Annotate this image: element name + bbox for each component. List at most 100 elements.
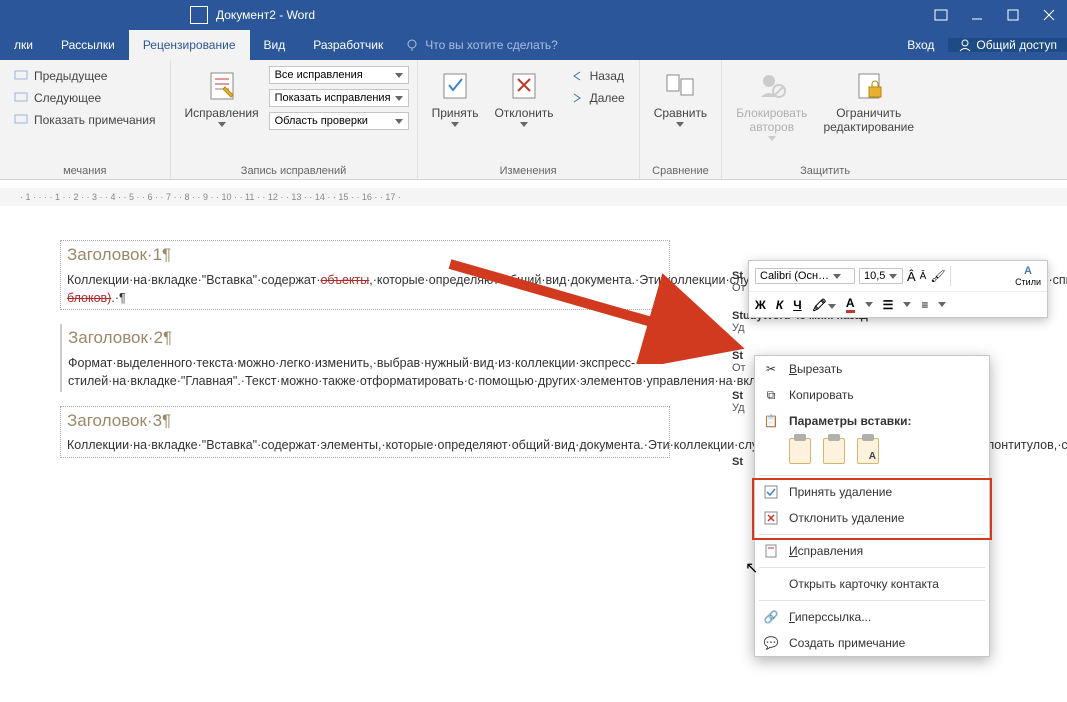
- font-size-dropdown[interactable]: 10,5: [859, 268, 903, 284]
- ctx-new-comment[interactable]: 💬Создать примечание: [755, 630, 989, 656]
- paragraph-3[interactable]: Коллекции·на·вкладке·"Вставка"·содержат·…: [67, 436, 663, 454]
- styles-button[interactable]: AСтили: [1015, 265, 1041, 287]
- ctx-open-contact[interactable]: Открыть карточку контакта: [755, 571, 989, 597]
- restrict-icon: [855, 71, 883, 101]
- reject-button[interactable]: Отклонить: [486, 64, 561, 131]
- share-icon: [958, 38, 972, 52]
- track-changes-button[interactable]: Исправления: [177, 64, 267, 131]
- accept-icon: [441, 71, 469, 101]
- tab-review[interactable]: Рецензирование: [129, 30, 250, 60]
- bold-button[interactable]: Ж: [755, 298, 766, 312]
- ribbon-display-icon[interactable]: [923, 0, 959, 30]
- shrink-font-icon[interactable]: Ǎ: [920, 271, 927, 282]
- restrict-editing-button[interactable]: Ограничитьредактирование: [815, 64, 922, 138]
- bullets-icon[interactable]: ☰: [883, 298, 894, 312]
- group-label: Сравнение: [646, 163, 715, 177]
- comment-icon: 💬: [763, 635, 779, 651]
- compare-icon: [665, 71, 695, 101]
- group-changes: Принять Отклонить Назад Далее Изменения: [418, 60, 640, 179]
- ctx-paste-header: 📋Параметры вставки:: [755, 408, 989, 434]
- ribbon-tabs: лки Рассылки Рецензирование Вид Разработ…: [0, 30, 1067, 60]
- comment-icon: [14, 70, 28, 82]
- revision-stub[interactable]: St: [732, 456, 743, 468]
- minimize-button[interactable]: [959, 0, 995, 30]
- window-title: Документ2 - Word: [216, 8, 315, 22]
- next-change[interactable]: Далее: [564, 88, 631, 108]
- reviewing-pane-dropdown[interactable]: Область проверки: [269, 112, 409, 130]
- ctx-reject-deletion[interactable]: Отклонить удаление: [755, 505, 989, 531]
- group-label: мечания: [6, 163, 164, 177]
- group-label: Защитить: [728, 163, 922, 177]
- group-tracking: Исправления Все исправления Показать исп…: [171, 60, 418, 179]
- track-changes-icon: [207, 71, 237, 101]
- ruler[interactable]: · 1 · · · · 1 · · 2 · · 3 · · 4 · · 5 · …: [0, 188, 1067, 206]
- grow-font-icon[interactable]: Â: [907, 269, 916, 284]
- paste-text-only[interactable]: A: [857, 438, 879, 464]
- group-compare: Сравнить Сравнение: [640, 60, 722, 179]
- group-label: Изменения: [424, 163, 633, 177]
- prev-change[interactable]: Назад: [564, 66, 631, 86]
- ctx-cut[interactable]: ✂Вырезать: [755, 356, 989, 382]
- reject-icon: [763, 510, 779, 526]
- close-button[interactable]: [1031, 0, 1067, 30]
- format-painter-icon[interactable]: 🖌: [930, 269, 945, 283]
- accept-icon: [763, 484, 779, 500]
- paragraph-1[interactable]: Коллекции·на·вкладке·"Вставка"·содержат·…: [67, 271, 663, 307]
- tell-me-label: Что вы хотите сделать?: [425, 38, 558, 52]
- heading-3[interactable]: Заголовок·3¶: [67, 409, 663, 434]
- block-authors-button: Блокироватьавторов: [728, 64, 815, 145]
- ruler-area: · 1 · · · · 1 · · 2 · · 3 · · 4 · · 5 · …: [0, 180, 1067, 210]
- tab-links[interactable]: лки: [0, 30, 47, 60]
- next-comment[interactable]: Следующее: [8, 88, 162, 108]
- comment-icon: [14, 92, 28, 104]
- group-label: Запись исправлений: [177, 163, 411, 177]
- mini-toolbar: Calibri (Осн… 10,5 Â Ǎ 🖌 AСтили Ж К Ч …: [748, 260, 1048, 318]
- ctx-track-changes[interactable]: Исправления: [755, 538, 989, 564]
- revision-stub[interactable]: StУд: [732, 390, 745, 414]
- group-comments: Предыдущее Следующее Показать примечания…: [0, 60, 171, 179]
- track-icon: [763, 543, 779, 559]
- paste-keep-formatting[interactable]: [789, 438, 811, 464]
- font-color-icon[interactable]: A: [846, 296, 855, 313]
- display-mode-dropdown[interactable]: Все исправления: [269, 66, 409, 84]
- cut-icon: ✂: [763, 361, 779, 377]
- share-label: Общий доступ: [976, 38, 1057, 52]
- paste-merge[interactable]: [823, 438, 845, 464]
- heading-2[interactable]: Заголовок·2¶: [68, 326, 664, 351]
- numbering-icon[interactable]: ≡: [921, 298, 928, 312]
- cursor-icon: ↖: [745, 558, 758, 578]
- tab-mailings[interactable]: Рассылки: [47, 30, 129, 60]
- maximize-button[interactable]: [995, 0, 1031, 30]
- bulb-icon: [405, 38, 419, 52]
- revision-stub[interactable]: StОт: [732, 270, 746, 294]
- underline-button[interactable]: Ч: [793, 298, 801, 312]
- show-comments[interactable]: Показать примечания: [8, 110, 162, 130]
- revision-stub[interactable]: StОт: [732, 350, 746, 374]
- ctx-accept-deletion[interactable]: Принять удаление: [755, 479, 989, 505]
- forward-icon: [570, 92, 584, 104]
- reject-icon: [510, 71, 538, 101]
- tab-view[interactable]: Вид: [250, 30, 300, 60]
- font-family-dropdown[interactable]: Calibri (Осн…: [755, 268, 855, 284]
- ctx-copy[interactable]: ⧉Копировать: [755, 382, 989, 408]
- link-icon: 🔗: [763, 609, 779, 625]
- show-markup-dropdown[interactable]: Показать исправления: [269, 89, 409, 107]
- heading-1[interactable]: Заголовок·1¶: [67, 243, 663, 268]
- compare-button[interactable]: Сравнить: [646, 64, 715, 131]
- signin[interactable]: Вход: [893, 38, 948, 52]
- paste-options: A: [755, 434, 989, 472]
- tab-developer[interactable]: Разработчик: [299, 30, 397, 60]
- accept-button[interactable]: Принять: [424, 64, 487, 131]
- highlight-icon[interactable]: 🖍: [812, 298, 836, 312]
- ctx-hyperlink[interactable]: 🔗Гиперссылка...: [755, 604, 989, 630]
- ribbon: Предыдущее Следующее Показать примечания…: [0, 60, 1067, 180]
- italic-button[interactable]: К: [776, 298, 783, 312]
- comment-icon: [14, 114, 28, 126]
- page[interactable]: Заголовок·1¶ Коллекции·на·вкладке·"Встав…: [60, 240, 670, 458]
- tell-me[interactable]: Что вы хотите сделать?: [405, 30, 558, 60]
- context-menu: ✂Вырезать ⧉Копировать 📋Параметры вставки…: [754, 355, 990, 657]
- share-button[interactable]: Общий доступ: [948, 38, 1067, 52]
- paragraph-2[interactable]: Формат·выделенного·текста·можно·легко·из…: [68, 354, 664, 390]
- title-bar: Документ2 - Word: [0, 0, 1067, 30]
- prev-comment[interactable]: Предыдущее: [8, 66, 162, 86]
